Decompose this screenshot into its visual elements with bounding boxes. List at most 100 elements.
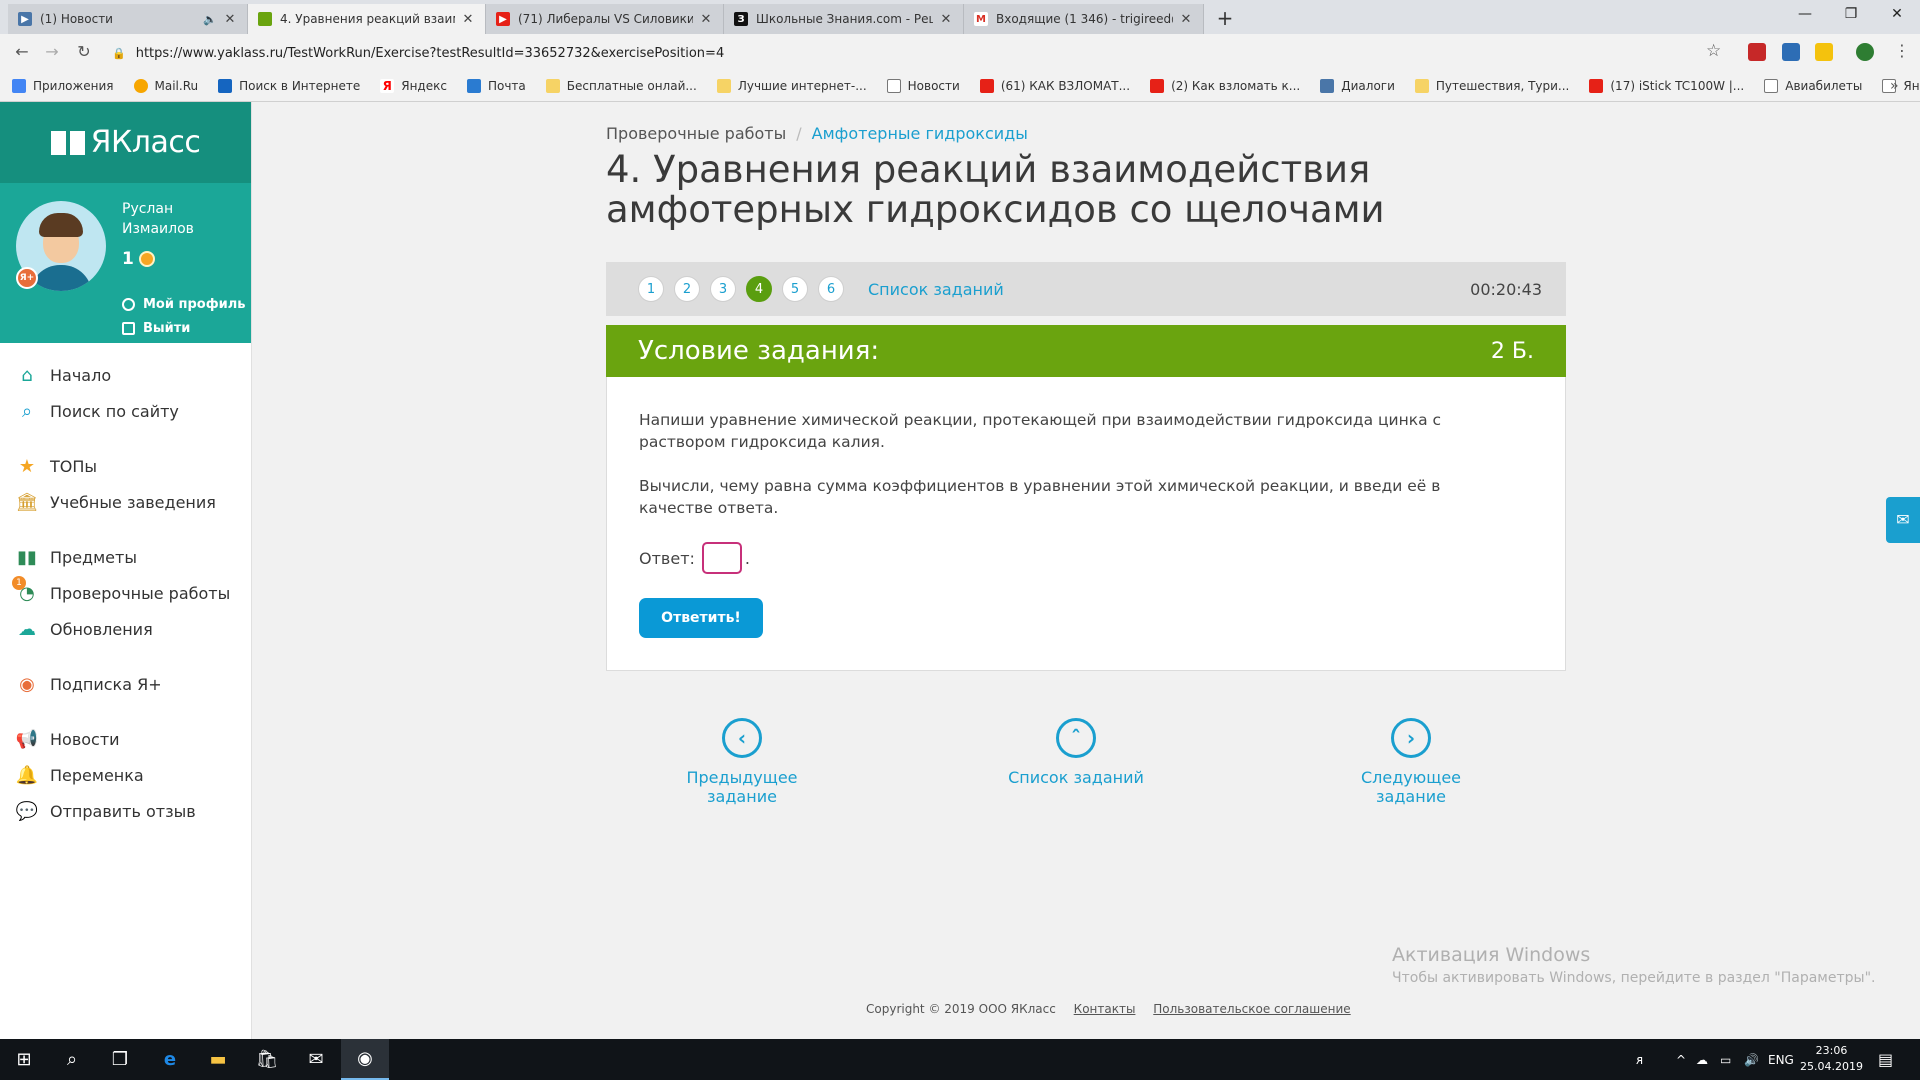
- breadcrumb-current-link[interactable]: Амфотерные гидроксиды: [812, 124, 1028, 143]
- extension-icon[interactable]: [1782, 43, 1800, 61]
- bookmark-item[interactable]: Яндекс: [1882, 78, 1920, 93]
- search-icon[interactable]: ⌕: [48, 1039, 96, 1080]
- file-explorer-icon[interactable]: ▬: [194, 1039, 242, 1080]
- reload-icon[interactable]: ↻: [72, 40, 96, 64]
- site-logo[interactable]: ЯКласс: [0, 102, 251, 183]
- bookmark-item[interactable]: Путешествия, Тури...: [1414, 78, 1569, 93]
- answer-suffix: .: [744, 548, 750, 568]
- sidebar-item-schools[interactable]: 🏛 Учебные заведения: [0, 484, 251, 520]
- extension-abp-icon[interactable]: [1748, 43, 1766, 61]
- page-title: 4. Уравнения реакций взаимодействия амфо…: [606, 148, 1385, 231]
- agreement-link[interactable]: Пользовательское соглашение: [1153, 1002, 1350, 1016]
- browser-tab[interactable]: З Школьные Знания.com - Решае ✕: [724, 4, 964, 34]
- tab-close-icon[interactable]: ✕: [461, 12, 475, 27]
- sidebar-item-break[interactable]: 🔔 Переменка: [0, 757, 251, 793]
- mail-app-icon[interactable]: ✉: [292, 1039, 340, 1080]
- bookmark-apps[interactable]: Приложения: [12, 78, 114, 93]
- task-number-button[interactable]: 2: [674, 276, 700, 302]
- next-task-link[interactable]: › Следующее задание: [1326, 718, 1496, 806]
- task-text: Напиши уравнение химической реакции, про…: [639, 411, 1442, 451]
- task-number-button[interactable]: 5: [782, 276, 808, 302]
- feedback-icon: 💬: [15, 800, 39, 822]
- menu-dots-icon[interactable]: ⋮: [1894, 41, 1910, 60]
- tab-close-icon[interactable]: ✕: [223, 12, 237, 27]
- tab-close-icon[interactable]: ✕: [939, 12, 953, 27]
- tab-close-icon[interactable]: ✕: [1179, 12, 1193, 27]
- onedrive-cloud-icon[interactable]: ☁: [1696, 1039, 1708, 1080]
- volume-icon[interactable]: 🔊: [1744, 1039, 1759, 1080]
- sidebar-item-label: Проверочные работы: [50, 583, 231, 603]
- submit-button[interactable]: Ответить!: [639, 598, 763, 638]
- window-close-icon[interactable]: ✕: [1874, 0, 1920, 30]
- bookmark-item[interactable]: Mail.Ru: [133, 78, 198, 93]
- bookmark-item[interactable]: Я Яндекс: [380, 78, 447, 93]
- subscription-icon: ◉: [19, 673, 35, 695]
- chevron-left-icon: ‹: [722, 718, 762, 758]
- logout-link[interactable]: Выйти: [122, 321, 190, 336]
- edge-browser-icon[interactable]: e: [146, 1039, 194, 1080]
- minimize-icon[interactable]: —: [1782, 0, 1828, 30]
- bookmark-item[interactable]: (17) iStick TC100W |...: [1589, 78, 1744, 93]
- browser-tab-active[interactable]: 4. Уравнения реакций взаимод ✕: [248, 4, 486, 34]
- task-number-button[interactable]: 6: [818, 276, 844, 302]
- restore-icon[interactable]: ❐: [1828, 0, 1874, 30]
- browser-tab[interactable]: ▶ (1) Новости 🔈 ✕: [8, 4, 248, 34]
- contacts-link[interactable]: Контакты: [1074, 1002, 1136, 1016]
- bookmark-item[interactable]: Поиск в Интернете: [218, 78, 360, 93]
- action-center-icon[interactable]: ▤: [1878, 1039, 1893, 1080]
- store-icon[interactable]: 🛍: [243, 1039, 291, 1080]
- task-navigation: 1 2 3 4 5 6 Список заданий 00:20:43: [606, 262, 1566, 316]
- task-number-button-active[interactable]: 4: [746, 276, 772, 302]
- chrome-icon[interactable]: ◉: [341, 1039, 389, 1080]
- task-list-link[interactable]: Список заданий: [868, 280, 1004, 299]
- network-icon[interactable]: ▭: [1720, 1039, 1731, 1080]
- new-tab-button[interactable]: +: [1212, 7, 1238, 31]
- sidebar-item-news[interactable]: 📢 Новости: [0, 721, 251, 757]
- sidebar-item-updates[interactable]: ☁ Обновления: [0, 611, 251, 647]
- sidebar-item-feedback[interactable]: 💬 Отправить отзыв: [0, 793, 251, 829]
- bookmark-star-icon[interactable]: ☆: [1706, 41, 1721, 61]
- language-indicator[interactable]: ENG: [1768, 1039, 1794, 1080]
- next-task-label: Следующее задание: [1361, 768, 1461, 806]
- bookmark-item[interactable]: (61) КАК ВЗЛОМАТ...: [979, 78, 1130, 93]
- breadcrumb-root[interactable]: Проверочные работы: [606, 124, 786, 143]
- bookmark-item[interactable]: Диалоги: [1320, 78, 1395, 93]
- bookmark-item[interactable]: Новости: [886, 78, 960, 93]
- browser-tab[interactable]: M Входящие (1 346) - trigireed@g ✕: [964, 4, 1204, 34]
- sidebar-item-tests[interactable]: 1 ◔ Проверочные работы: [0, 575, 251, 611]
- prev-task-link[interactable]: ‹ Предыдущее задание: [652, 718, 832, 806]
- tray-person-icon[interactable]: ᴙ: [1636, 1039, 1643, 1080]
- sidebar-item-home[interactable]: ⌂ Начало: [0, 357, 251, 393]
- tray-chevron-up-icon[interactable]: ^: [1676, 1039, 1686, 1080]
- my-profile-link[interactable]: Мой профиль: [122, 297, 245, 312]
- bookmark-item[interactable]: Авиабилеты: [1764, 78, 1862, 93]
- windows-activation-watermark: Активация Windows Чтобы активировать Win…: [1392, 944, 1875, 986]
- profile-avatar-icon[interactable]: [1856, 43, 1874, 61]
- bookmark-item[interactable]: Почта: [466, 78, 526, 93]
- bookmark-item[interactable]: Бесплатные онлай...: [545, 78, 697, 93]
- sidebar-item-subscription[interactable]: ◉ Подписка Я+: [0, 666, 251, 702]
- task-list-bottom-link[interactable]: ˆ Список заданий: [996, 718, 1156, 787]
- tab-close-icon[interactable]: ✕: [699, 12, 713, 27]
- answer-input[interactable]: [701, 542, 742, 574]
- answer-label: Ответ:: [639, 548, 695, 568]
- windows-start-icon[interactable]: ⊞: [0, 1039, 48, 1080]
- bookmark-item[interactable]: Лучшие интернет-...: [716, 78, 867, 93]
- task-number-button[interactable]: 3: [710, 276, 736, 302]
- sidebar-item-subjects[interactable]: ▮▮ Предметы: [0, 539, 251, 575]
- sidebar-item-search[interactable]: ⌕ Поиск по сайту: [0, 393, 251, 429]
- browser-tab[interactable]: ▶ (71) Либералы VS Силовики. Ру ✕: [486, 4, 724, 34]
- back-arrow-icon[interactable]: ←: [10, 40, 34, 64]
- extension-icon[interactable]: [1815, 43, 1833, 61]
- bookmark-item[interactable]: (2) Как взломать к...: [1150, 78, 1300, 93]
- speaker-icon[interactable]: 🔈: [203, 13, 217, 26]
- task-number-button[interactable]: 1: [638, 276, 664, 302]
- sidebar-item-tops[interactable]: ★ ТОПы: [0, 448, 251, 484]
- books-icon: ▮▮: [17, 546, 37, 568]
- url-field[interactable]: 🔒 https://www.yaklass.ru/TestWorkRun/Exe…: [112, 40, 1712, 66]
- task-view-icon[interactable]: ❐: [96, 1039, 144, 1080]
- system-clock[interactable]: 23:06 25.04.2019: [1800, 1043, 1863, 1075]
- bookmarks-overflow-icon[interactable]: »: [1890, 78, 1899, 94]
- forward-arrow-icon[interactable]: →: [40, 40, 64, 64]
- feedback-mail-button[interactable]: ✉: [1886, 497, 1920, 543]
